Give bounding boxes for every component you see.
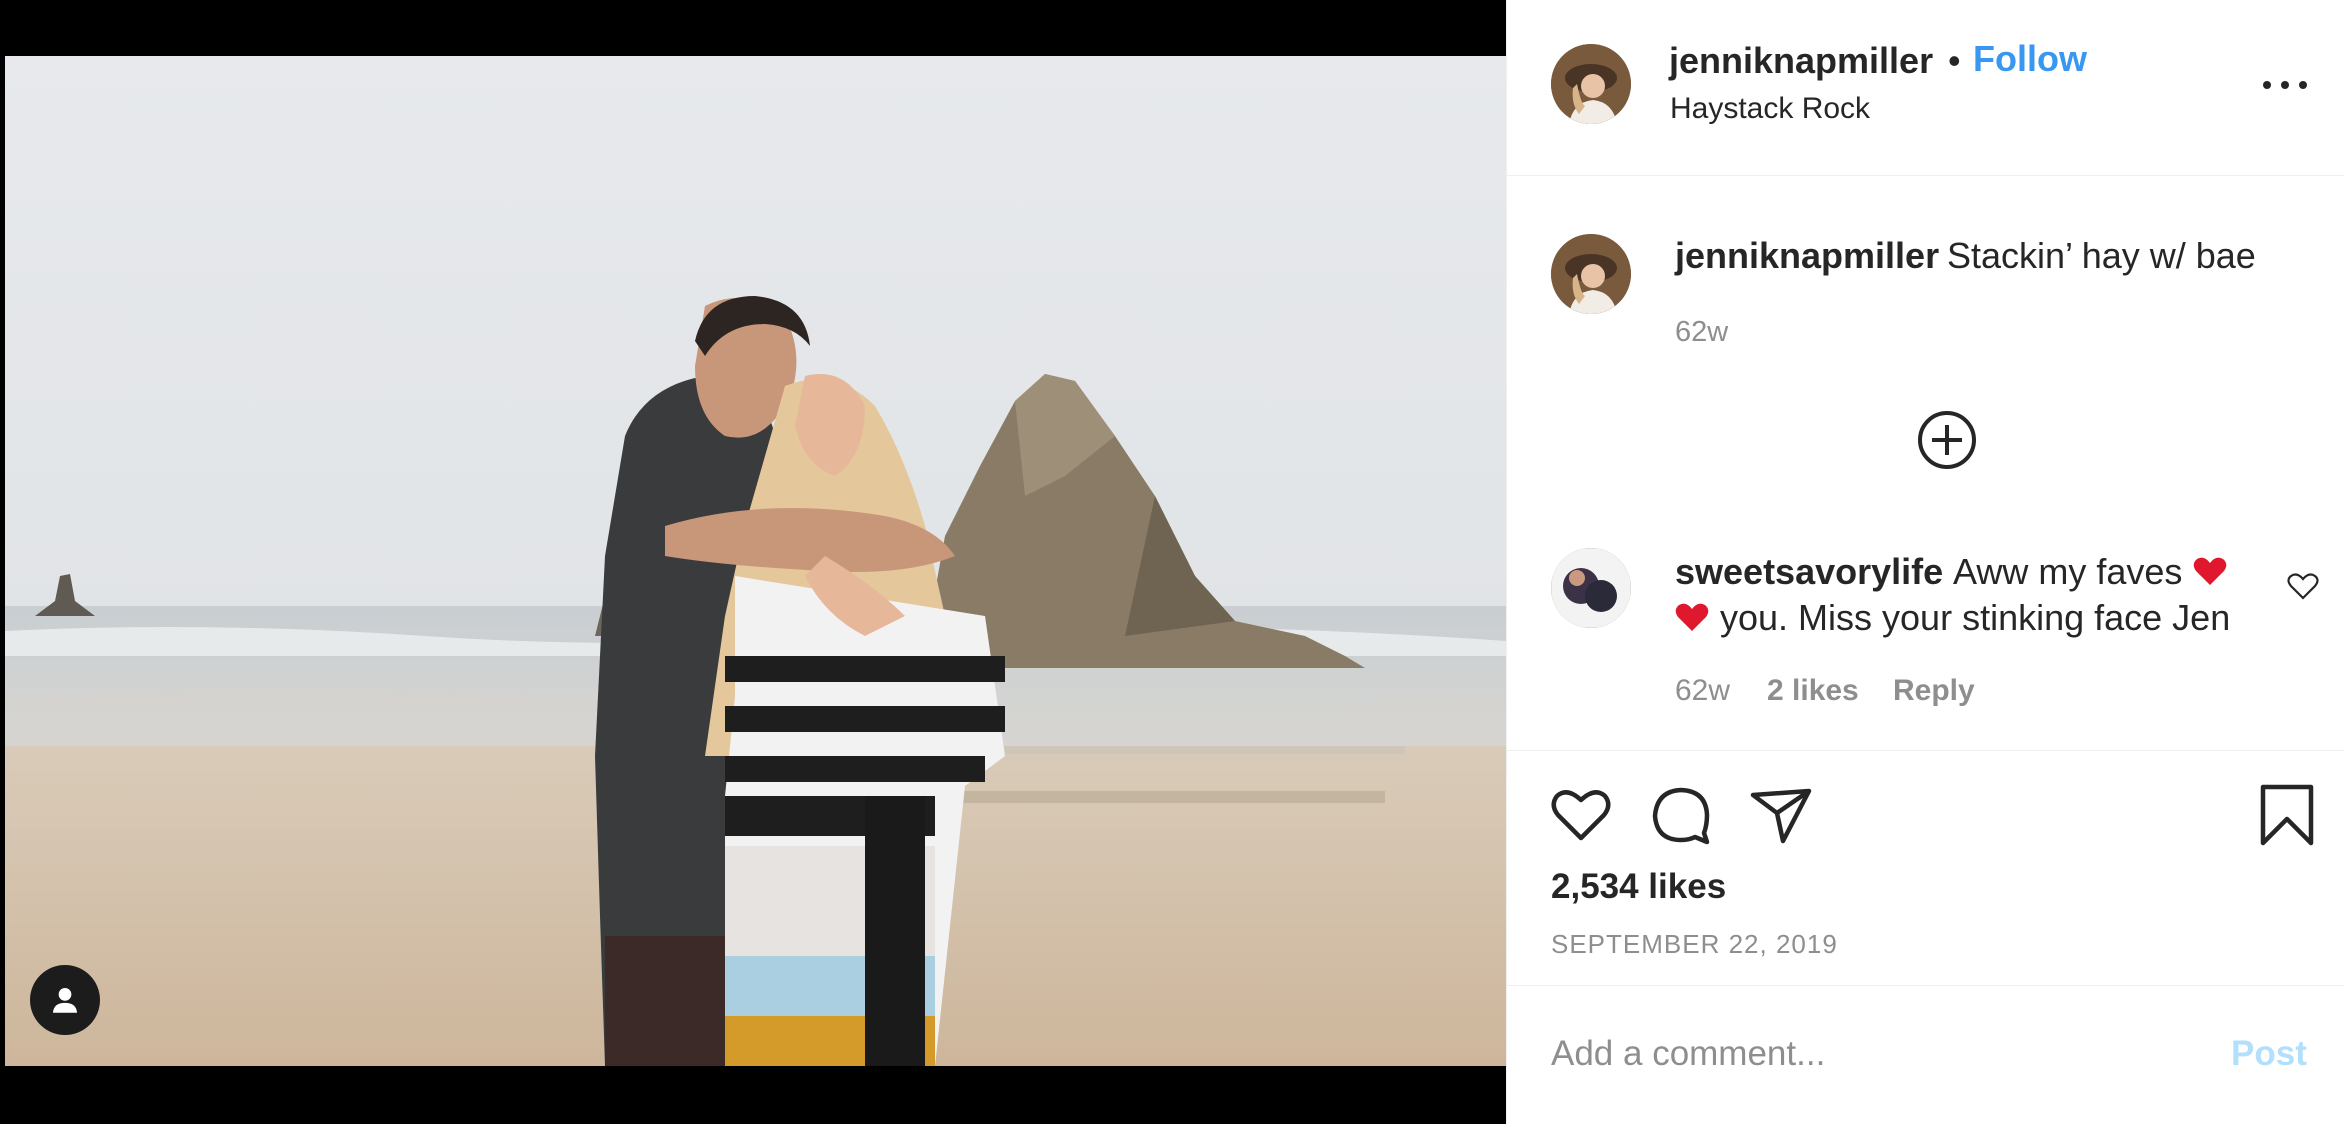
comment-text-continued: you. Miss your stinking face Jen — [1720, 597, 2231, 638]
red-heart-emoji-icon — [1675, 603, 1709, 631]
beach-photo-illustration — [5, 56, 1506, 1066]
reply-button[interactable]: Reply — [1893, 674, 1975, 708]
dot — [2263, 81, 2271, 89]
avatar-image — [1551, 44, 1631, 124]
comment-timestamp[interactable]: 62w — [1675, 674, 1730, 708]
avatar-image — [1551, 548, 1631, 628]
avatar-image — [1551, 234, 1631, 314]
separator-dot: • — [1948, 40, 1961, 81]
red-heart-emoji-icon — [2193, 557, 2227, 585]
likes-count[interactable]: 2,534 likes — [1551, 867, 1726, 907]
post-comment-button[interactable]: Post — [2231, 1034, 2307, 1074]
post-photo[interactable] — [5, 56, 1506, 1066]
caption-timestamp[interactable]: 62w — [1675, 316, 1728, 349]
dot — [2281, 81, 2289, 89]
heart-outline-icon[interactable] — [1549, 783, 1613, 847]
follow-button[interactable]: Follow — [1973, 38, 2087, 80]
user-tag-icon — [52, 987, 78, 1013]
tag-people-button[interactable] — [30, 965, 100, 1035]
author-username[interactable]: jenniknapmiller — [1669, 40, 1933, 82]
post-details-panel: jenniknapmiller • Follow Haystack Rock j… — [1506, 0, 2344, 1124]
post-media — [0, 0, 1506, 1124]
author-avatar[interactable] — [1551, 44, 1631, 124]
caption-author-avatar[interactable] — [1551, 234, 1631, 314]
commenter-username[interactable]: sweetsavorylife — [1675, 551, 1943, 593]
more-options-icon[interactable] — [2263, 70, 2307, 100]
dot — [2299, 81, 2307, 89]
comment-likes-count[interactable]: 2 likes — [1767, 674, 1859, 708]
heart-outline-icon[interactable] — [2287, 572, 2319, 600]
caption-text: Stackin’ hay w/ bae — [1947, 235, 2256, 276]
post-actions: 2,534 likes SEPTEMBER 22, 2019 — [1507, 750, 2344, 986]
commenter-avatar[interactable] — [1551, 548, 1631, 628]
post-header: jenniknapmiller • Follow Haystack Rock — [1507, 0, 2344, 176]
add-comment-input[interactable] — [1551, 1034, 2191, 1074]
plus-circle-icon[interactable] — [1917, 410, 1977, 470]
post-date[interactable]: SEPTEMBER 22, 2019 — [1551, 929, 1838, 960]
location-link[interactable]: Haystack Rock — [1670, 92, 1870, 126]
comment-text: Aww my faves — [1953, 551, 2183, 592]
paper-plane-icon[interactable] — [1749, 783, 1813, 847]
bookmark-icon[interactable] — [2255, 783, 2319, 847]
speech-bubble-icon[interactable] — [1649, 783, 1713, 847]
caption-username[interactable]: jenniknapmiller — [1675, 235, 1939, 277]
